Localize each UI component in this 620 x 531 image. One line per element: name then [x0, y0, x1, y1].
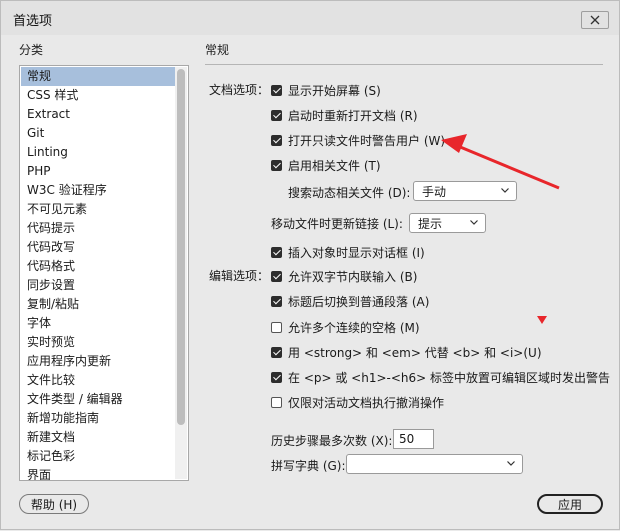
red-triangle-marker-icon [537, 316, 547, 324]
red-arrow-icon [452, 142, 560, 190]
annotation-overlay [441, 134, 560, 324]
red-arrowhead-icon [441, 134, 467, 153]
preferences-dialog: 首选项 分类 界面 标记色彩 新建文档 新增功能指南 文件类型 / 编辑器 文件比较 应用程… [0, 0, 620, 530]
